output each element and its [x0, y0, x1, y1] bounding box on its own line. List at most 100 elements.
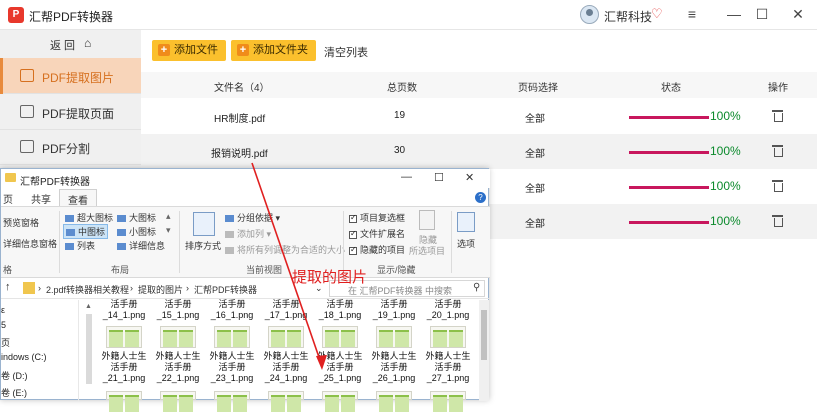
view-small-icons[interactable]: 小图标 — [117, 225, 156, 238]
fit-columns-button[interactable]: 将所有列调整为合适的大小 — [225, 243, 345, 256]
table-row[interactable]: 报销说明.pdf 30 全部 100% — [141, 134, 817, 169]
explorer-minimize-button[interactable]: — — [401, 171, 412, 183]
page-range[interactable]: 全部 — [525, 145, 545, 160]
view-list[interactable]: 列表 — [65, 239, 95, 252]
user-avatar[interactable] — [580, 5, 599, 24]
trash-icon[interactable] — [772, 109, 783, 122]
app-titlebar: P 汇帮PDF转换器 汇帮科技 ♡ ≡ — ☐ ✕ — [0, 0, 817, 30]
show-hide-group-label: 显示/隐藏 — [377, 265, 416, 275]
page-range[interactable]: 全部 — [525, 180, 545, 195]
group-by-button[interactable]: 分组依据 ▾ — [225, 211, 280, 224]
tab-page[interactable]: 页 — [3, 191, 13, 206]
breadcrumb-item[interactable]: 汇帮PDF转换器 — [194, 283, 257, 296]
details-pane-button[interactable]: 详细信息窗格 — [3, 237, 57, 250]
file-extensions-toggle[interactable]: 文件扩展名 — [349, 227, 405, 240]
image-thumbnail[interactable] — [322, 326, 358, 348]
nav-item-drive-e[interactable]: 卷 (E:) — [1, 386, 27, 399]
maximize-button[interactable]: ☐ — [754, 6, 770, 22]
file-item[interactable]: 外籍人士生 活手册 _24_1.png — [259, 351, 313, 384]
layout-scroll-down-icon[interactable]: ▾ — [166, 225, 171, 236]
clear-list-button[interactable]: 清空列表 — [324, 44, 368, 60]
breadcrumb-item[interactable]: 2.pdf转换器相关教程 — [46, 283, 129, 296]
trash-icon[interactable] — [772, 144, 783, 157]
page-count: 30 — [394, 145, 406, 156]
help-icon[interactable]: ? — [475, 192, 486, 203]
file-item[interactable]: 活手册 _19_1.png — [367, 299, 421, 321]
table-row[interactable]: HR制度.pdf 19 全部 100% — [141, 99, 817, 134]
hide-selected-label-2[interactable]: 所选项目 — [409, 244, 445, 257]
tab-share[interactable]: 共享 — [31, 191, 51, 206]
file-item[interactable]: 活手册 _20_1.png — [421, 299, 475, 321]
view-extra-large-icons[interactable]: 超大图标 — [65, 211, 113, 224]
trash-icon[interactable] — [772, 214, 783, 227]
hidden-items-toggle[interactable]: 隐藏的项目 — [349, 243, 405, 256]
add-folder-button[interactable]: + 添加文件夹 — [231, 40, 316, 61]
scroll-thumb[interactable] — [481, 310, 487, 360]
sort-by-button[interactable]: 排序方式 — [185, 239, 221, 252]
user-name[interactable]: 汇帮科技 — [604, 8, 652, 25]
close-button[interactable]: ✕ — [790, 6, 806, 22]
add-file-button[interactable]: + 添加文件 — [152, 40, 226, 61]
image-thumbnail[interactable] — [214, 391, 250, 412]
sidebar-item-pdf-split[interactable]: PDF分割 — [0, 129, 141, 165]
file-item[interactable]: 外籍人士生 活手册 _22_1.png — [151, 351, 205, 384]
scroll-up-icon[interactable]: ▲ — [85, 303, 92, 310]
nav-item[interactable]: ε — [1, 305, 5, 315]
view-large-icons[interactable]: 大图标 — [117, 211, 156, 224]
file-item[interactable]: 活手册 _15_1.png — [151, 299, 205, 321]
files-scrollbar[interactable] — [479, 300, 489, 401]
image-thumbnail[interactable] — [430, 326, 466, 348]
nav-item-drive-c[interactable]: indows (C:) — [1, 352, 47, 362]
view-medium-icons[interactable]: 中图标 — [63, 224, 109, 239]
item-checkboxes-toggle[interactable]: 项目复选框 — [349, 211, 405, 224]
tab-view[interactable]: 查看 — [59, 189, 97, 207]
nav-scrollbar[interactable]: ▲ — [83, 300, 95, 401]
vip-diamond-icon[interactable]: ♡ — [651, 6, 663, 22]
breadcrumb-item[interactable]: 提取的图片 — [138, 283, 183, 296]
image-thumbnail[interactable] — [106, 326, 142, 348]
preview-pane-button[interactable]: 预览窗格 — [3, 216, 39, 229]
file-item[interactable]: 活手册 _16_1.png — [205, 299, 259, 321]
scroll-thumb[interactable] — [86, 314, 92, 384]
file-item[interactable]: 外籍人士生 活手册 _26_1.png — [367, 351, 421, 384]
layout-scroll-up-icon[interactable]: ▴ — [166, 211, 171, 222]
sidebar-item-pdf-extract-images[interactable]: PDF提取图片 — [0, 58, 141, 94]
file-item[interactable]: 外籍人士生 活手册 _21_1.png — [97, 351, 151, 384]
page-range[interactable]: 全部 — [525, 110, 545, 125]
view-details[interactable]: 详细信息 — [117, 239, 165, 252]
minimize-button[interactable]: — — [726, 6, 742, 22]
add-column-button[interactable]: 添加列 ▾ — [225, 227, 271, 240]
nav-item-drive-d[interactable]: 卷 (D:) — [1, 369, 28, 382]
file-item[interactable]: 活手册 _18_1.png — [313, 299, 367, 321]
image-thumbnail[interactable] — [268, 326, 304, 348]
nav-item[interactable]: 页 — [1, 336, 10, 349]
image-thumbnail[interactable] — [160, 326, 196, 348]
options-button[interactable]: 选项 — [457, 237, 475, 250]
trash-icon[interactable] — [772, 179, 783, 192]
page-range[interactable]: 全部 — [525, 215, 545, 230]
explorer-maximize-button[interactable]: ☐ — [434, 171, 444, 184]
nav-item[interactable]: 5 — [1, 320, 6, 330]
file-item[interactable]: 外籍人士生 活手册 _27_1.png — [421, 351, 475, 384]
file-item[interactable]: 外籍人士生 活手册 _23_1.png — [205, 351, 259, 384]
file-item[interactable]: 外籍人士生 活手册 _25_1.png — [313, 351, 367, 384]
explorer-close-button[interactable]: ✕ — [465, 171, 474, 184]
image-thumbnail[interactable] — [106, 391, 142, 412]
image-thumbnail[interactable] — [376, 391, 412, 412]
back-row: 返 回 ⌂ — [0, 30, 141, 58]
image-thumbnail[interactable] — [376, 326, 412, 348]
col-page-range: 页码选择 — [518, 83, 558, 94]
image-thumbnail[interactable] — [214, 326, 250, 348]
file-item[interactable]: 活手册 _14_1.png — [97, 299, 151, 321]
back-button[interactable]: 返 回 — [50, 37, 75, 53]
file-item[interactable]: 活手册 _17_1.png — [259, 299, 313, 321]
image-thumbnail[interactable] — [268, 391, 304, 412]
image-thumbnail[interactable] — [160, 391, 196, 412]
image-thumbnail[interactable] — [430, 391, 466, 412]
home-icon[interactable]: ⌂ — [84, 36, 91, 50]
sidebar-item-pdf-extract-pages[interactable]: PDF提取页面 — [0, 94, 141, 130]
image-thumbnail[interactable] — [322, 391, 358, 412]
up-arrow-icon[interactable]: ↑ — [5, 281, 11, 293]
ribbon: 预览窗格 详细信息窗格 格 超大图标 大图标 中图标 小图标 列表 详细信息 ▴… — [1, 206, 490, 278]
menu-button[interactable]: ≡ — [684, 6, 700, 22]
